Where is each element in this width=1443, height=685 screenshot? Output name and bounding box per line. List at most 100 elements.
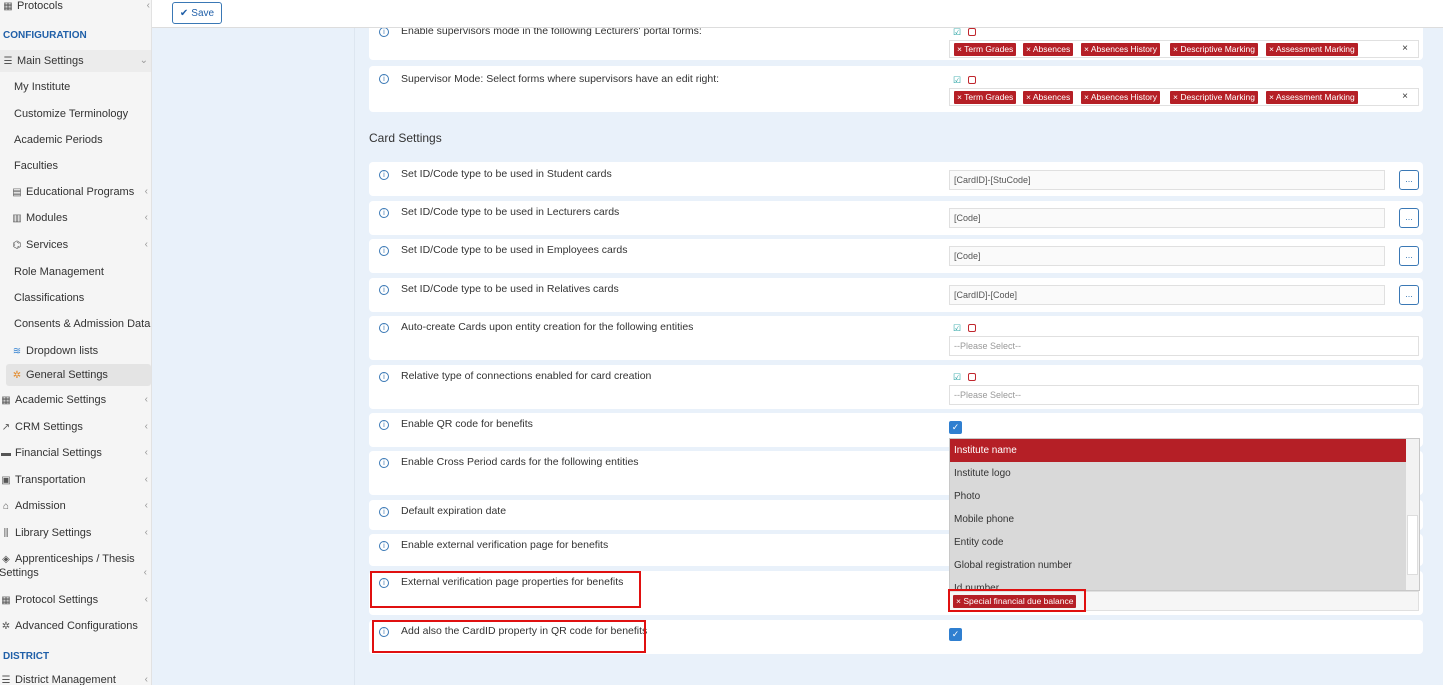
tag-absences-history[interactable]: × Absences History (1081, 91, 1160, 104)
building-icon: ⌂ (2, 501, 10, 512)
chevron-left-icon: ‹ (144, 212, 148, 223)
dropdown-option[interactable]: Global registration number (950, 554, 1419, 577)
sidebar-heading-configuration: CONFIGURATION (3, 30, 87, 41)
clear-icon[interactable]: × (1402, 91, 1408, 102)
tag-descriptive-marking[interactable]: × Descriptive Marking (1170, 43, 1258, 56)
chevron-left-icon: ‹ (144, 394, 148, 405)
sidebar-item-crm-settings[interactable]: ↗ CRM Settings ‹ (0, 421, 151, 433)
save-button[interactable]: ✔ Save (172, 2, 222, 24)
employees-card-code-button[interactable]: ... (1399, 246, 1419, 266)
student-card-code-field[interactable]: [CardID]-[StuCode] (949, 170, 1385, 190)
deselect-all-icon[interactable] (968, 76, 976, 84)
dropdown-scrollbar[interactable] (1406, 439, 1419, 590)
lecturers-card-code-field[interactable]: [Code] (949, 208, 1385, 228)
library-icon: ⫼ (3, 528, 9, 539)
dropdown-option[interactable]: Institute name (950, 439, 1408, 462)
tag-assessment-marking[interactable]: × Assessment Marking (1266, 43, 1358, 56)
sidebar-item-district-management[interactable]: ☰ District Management ‹ (0, 674, 151, 685)
sidebar-item-advanced-configurations[interactable]: ✲ Advanced Configurations (0, 620, 151, 632)
sidebar-item-main-settings[interactable]: ☰ Main Settings ⌄ (0, 50, 151, 72)
select-all-icon[interactable]: ☑ (953, 76, 961, 85)
supervisor-forms-select[interactable]: × Term Grades × Absences × Absences Hist… (949, 40, 1419, 58)
select-all-icon[interactable]: ☑ (953, 373, 961, 382)
tag-assessment-marking[interactable]: × Assessment Marking (1266, 91, 1358, 104)
info-icon: i (379, 541, 389, 551)
sidebar-item-protocol-settings[interactable]: ▦ Protocol Settings ‹ (0, 594, 151, 606)
sidebar-item-educational-programs[interactable]: ▤ Educational Programs ‹ (11, 186, 151, 198)
info-icon: i (379, 420, 389, 430)
tag-term-grades[interactable]: × Term Grades (954, 91, 1017, 104)
sidebar-item-services[interactable]: ⌬ Services ‹ (11, 239, 151, 251)
chevron-left-icon: ‹ (146, 0, 150, 11)
chevron-left-icon: ‹ (144, 421, 148, 432)
sidebar-item-library-settings[interactable]: ⫼ Library Settings ‹ (0, 527, 151, 539)
tag-term-grades[interactable]: × Term Grades (954, 43, 1017, 56)
info-icon: i (379, 208, 389, 218)
dropdown-option[interactable]: Photo (950, 485, 1419, 508)
sidebar-item-academic-settings[interactable]: ▦ Academic Settings ‹ (0, 394, 151, 406)
tag-absences[interactable]: × Absences (1023, 43, 1074, 56)
info-icon: i (379, 285, 389, 295)
sidebar-item-transportation[interactable]: ▣ Transportation ‹ (0, 474, 151, 486)
grid-icon: ▦ (1, 395, 11, 406)
employees-card-code-field[interactable]: [Code] (949, 246, 1385, 266)
setting-label: Set ID/Code type to be used in Relatives… (401, 283, 619, 295)
relatives-card-code-field[interactable]: [CardID]-[Code] (949, 285, 1385, 305)
list-icon: ☰ (1, 675, 11, 685)
select-all-icon[interactable]: ☑ (953, 28, 961, 37)
sidebar-item-my-institute[interactable]: My Institute (14, 81, 151, 93)
dropdown-option[interactable]: Mobile phone (950, 508, 1419, 531)
info-icon: i (379, 323, 389, 333)
chevron-left-icon: ‹ (144, 186, 148, 197)
sidebar-item-faculties[interactable]: Faculties (14, 160, 151, 172)
sidebar-item-role-management[interactable]: Role Management (14, 266, 151, 278)
relatives-card-code-button[interactable]: ... (1399, 285, 1419, 305)
sliders-icon: ☰ (3, 56, 13, 67)
deselect-all-icon[interactable] (968, 28, 976, 36)
check-icon: ✔ (179, 7, 189, 19)
sidebar-item-dropdown-lists[interactable]: ≋ Dropdown lists (11, 345, 151, 357)
setting-label: Relative type of connections enabled for… (401, 370, 652, 382)
sidebar-item-academic-periods[interactable]: Academic Periods (14, 134, 151, 146)
cardid-qr-checkbox[interactable]: ✓ (949, 628, 962, 641)
sidebar-item-admission[interactable]: ⌂ Admission ‹ (0, 500, 151, 512)
tag-absences-history[interactable]: × Absences History (1081, 43, 1160, 56)
auto-create-select[interactable]: --Please Select-- (949, 336, 1419, 356)
setting-row-auto-create: i Auto-create Cards upon entity creation… (369, 316, 1423, 360)
sidebar: ▦ Protocols ‹ CONFIGURATION ☰ Main Settings… (0, 0, 152, 685)
tag-absences[interactable]: × Absences (1023, 91, 1074, 104)
chevron-left-icon: ‹ (144, 500, 148, 511)
tag-descriptive-marking[interactable]: × Descriptive Marking (1170, 91, 1258, 104)
setting-label: Set ID/Code type to be used in Lecturers… (401, 206, 620, 218)
clear-icon[interactable]: × (1402, 43, 1408, 54)
setting-label: Auto-create Cards upon entity creation f… (401, 321, 694, 333)
student-card-code-button[interactable]: ... (1399, 170, 1419, 190)
lecturers-card-code-button[interactable]: ... (1399, 208, 1419, 228)
scrollbar-thumb[interactable] (1407, 515, 1418, 575)
info-icon: i (379, 507, 389, 517)
sidebar-item-protocols[interactable]: ▦ Protocols ‹ (2, 0, 151, 12)
sidebar-item-classifications[interactable]: Classifications (14, 292, 151, 304)
sidebar-item-apprenticeships-cont[interactable]: Settings ‹ (0, 567, 151, 579)
qr-code-checkbox[interactable]: ✓ (949, 421, 962, 434)
info-icon: i (379, 372, 389, 382)
sidebar-item-general-settings[interactable]: ✲ General Settings (6, 364, 151, 386)
dropdown-option[interactable]: Entity code (950, 531, 1419, 554)
properties-dropdown[interactable]: Institute name Institute logo Photo Mobi… (949, 438, 1420, 591)
setting-label: Default expiration date (401, 505, 507, 517)
supervisor-edit-forms-select[interactable]: × Term Grades × Absences × Absences Hist… (949, 88, 1419, 106)
setting-label: Enable external verification page for be… (401, 539, 609, 551)
sidebar-item-apprenticeships[interactable]: ◈ Apprenticeships / Thesis (0, 553, 151, 565)
info-icon: i (379, 74, 389, 84)
sidebar-item-customize-terminology[interactable]: Customize Terminology (14, 108, 151, 120)
select-all-icon[interactable]: ☑ (953, 324, 961, 333)
sidebar-item-modules[interactable]: ▥ Modules ‹ (11, 212, 151, 224)
gears-icon: ✲ (1, 621, 11, 632)
chevron-down-icon: ⌄ (139, 55, 148, 66)
dropdown-option[interactable]: Institute logo (950, 462, 1419, 485)
deselect-all-icon[interactable] (968, 373, 976, 381)
sidebar-item-consents-admission[interactable]: Consents & Admission Data (14, 318, 151, 330)
sidebar-item-financial-settings[interactable]: ▬ Financial Settings ‹ (0, 447, 151, 459)
relative-type-select[interactable]: --Please Select-- (949, 385, 1419, 405)
deselect-all-icon[interactable] (968, 324, 976, 332)
